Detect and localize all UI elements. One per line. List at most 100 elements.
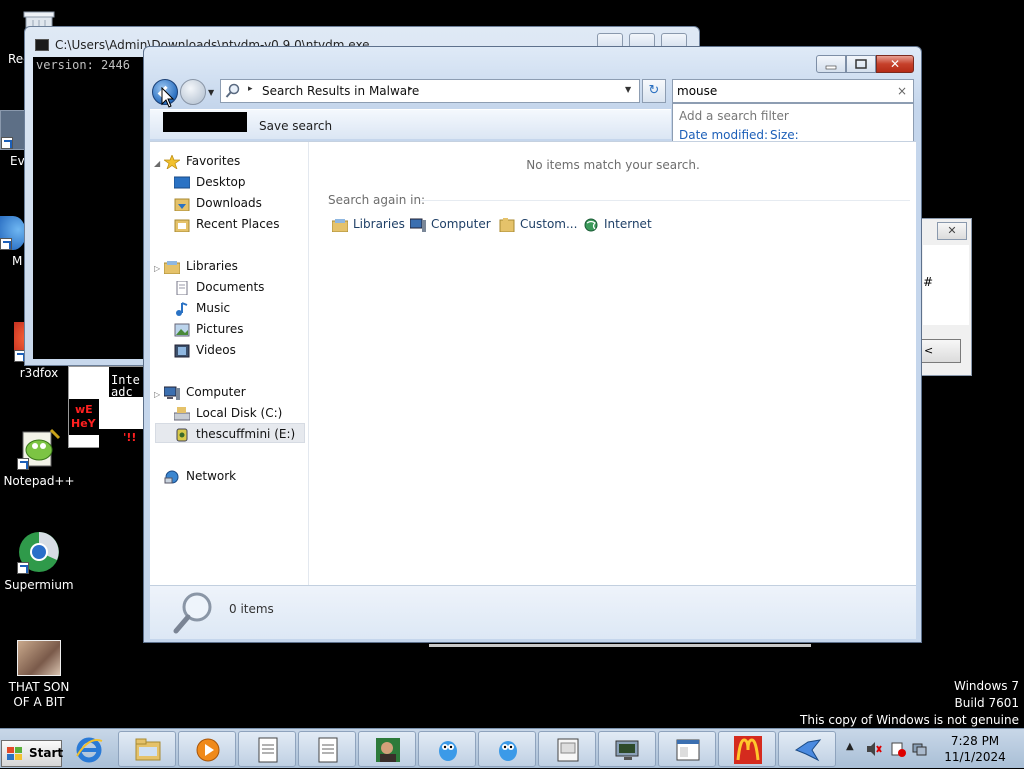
save-search-button[interactable]: Save search <box>259 119 332 133</box>
explorer-window[interactable]: ✕ ▼ ▸ Search Results in Malware ▸ ▼ ↻ × … <box>143 46 922 643</box>
bird-icon <box>439 741 457 761</box>
nav-label: Local Disk (C:) <box>196 406 283 420</box>
nav-documents[interactable]: Documents <box>174 277 264 297</box>
search-filter-hint: Add a search filter <box>679 109 789 123</box>
monitor-icon <box>615 740 639 760</box>
forward-button[interactable] <box>180 79 206 105</box>
results-pane[interactable]: No items match your search. Search again… <box>310 142 916 586</box>
nav-libraries[interactable]: Libraries <box>164 256 238 276</box>
command-bar: Save search <box>150 109 671 139</box>
taskbar-bird-app-3[interactable] <box>778 731 836 767</box>
desktop-icon-supermium[interactable]: Supermium <box>0 530 78 593</box>
show-hidden-icons-button[interactable]: ▲ <box>846 741 854 752</box>
mcdonalds-icon <box>734 736 762 764</box>
internet-icon <box>584 218 598 231</box>
taskbar-bird-app-1[interactable] <box>418 731 476 767</box>
libraries-icon <box>164 260 180 274</box>
nav-music[interactable]: Music <box>174 298 230 318</box>
start-label: Start <box>29 746 64 760</box>
search-box[interactable]: × <box>672 79 914 103</box>
search-again-internet[interactable]: Internet <box>583 217 652 232</box>
music-icon <box>176 301 188 316</box>
desktop-icon-that-son-of-a-bit[interactable]: THAT SON OF A BIT <box>0 640 78 710</box>
item-count: 0 items <box>229 602 274 616</box>
breadcrumb-separator[interactable]: ▸ <box>248 84 253 94</box>
nav-network[interactable]: Network <box>164 466 236 486</box>
address-bar[interactable]: ▸ Search Results in Malware ▸ ▼ <box>220 79 640 103</box>
dialog-close-button[interactable]: ✕ <box>937 222 967 240</box>
nav-thescuffmini[interactable]: thescuffmini (E:) <box>155 423 305 443</box>
action-center-icon[interactable] <box>890 741 906 757</box>
nav-label: Favorites <box>186 154 241 168</box>
taskbar-photo[interactable] <box>358 731 416 767</box>
nav-label: Music <box>196 301 231 315</box>
documents-icon <box>176 280 188 295</box>
nav-pictures[interactable]: Pictures <box>174 319 244 339</box>
taskbar-internet-explorer[interactable] <box>64 731 114 767</box>
search-again-libraries[interactable]: Libraries <box>332 217 405 232</box>
taskbar-notepad-2[interactable] <box>298 731 356 767</box>
dialog-button[interactable]: < <box>921 339 961 363</box>
filter-date-modified[interactable]: Date modified: <box>679 128 768 142</box>
recent-pages-dropdown[interactable]: ▼ <box>208 88 214 97</box>
downloads-folder-icon <box>174 198 190 211</box>
search-again-computer[interactable]: Computer <box>410 217 491 232</box>
nav-computer[interactable]: Computer <box>164 382 246 402</box>
clock[interactable]: 7:28 PM 11/1/2024 <box>934 733 1016 765</box>
nav-downloads[interactable]: Downloads <box>174 193 262 213</box>
installer-icon <box>557 738 579 762</box>
taskbar-media-player[interactable] <box>178 731 236 767</box>
folder-icon <box>499 217 515 232</box>
nav-label: Computer <box>186 385 246 399</box>
libraries-icon <box>332 218 348 232</box>
expand-arrow-icon[interactable]: ◢ <box>154 159 160 168</box>
close-button[interactable]: ✕ <box>876 55 914 73</box>
search-again-custom[interactable]: Custom... <box>499 217 577 232</box>
search-input[interactable] <box>677 83 887 99</box>
not-genuine-watermark: Windows 7 Build 7601 This copy of Window… <box>800 678 1019 728</box>
nav-label: Desktop <box>196 175 246 189</box>
taskbar-notepad-1[interactable] <box>238 731 296 767</box>
network-icon[interactable] <box>912 741 928 757</box>
dark-block <box>99 429 145 449</box>
nav-label: thescuffmini (E:) <box>196 427 296 441</box>
taskbar-bird-app-2[interactable] <box>478 731 536 767</box>
desktop-icon-m[interactable]: M <box>0 216 26 269</box>
computer-icon <box>164 386 180 400</box>
strip-red-text: HeY <box>71 417 96 430</box>
desktop-icon-label: r3dfox <box>19 366 59 380</box>
desktop-icon-notepadpp[interactable]: Notepad++ <box>0 426 78 489</box>
taskbar-installer[interactable] <box>538 731 596 767</box>
bird-icon <box>499 741 517 761</box>
minimize-button[interactable] <box>816 55 846 73</box>
photo-icon <box>17 640 61 676</box>
taskbar-mcdonalds[interactable] <box>718 731 776 767</box>
nav-local-disk[interactable]: Local Disk (C:) <box>174 403 282 423</box>
nav-videos[interactable]: Videos <box>174 340 236 360</box>
filter-size[interactable]: Size: <box>770 128 799 142</box>
expand-arrow-icon[interactable]: ▷ <box>154 390 160 399</box>
clock-time: 7:28 PM <box>950 734 1000 748</box>
expand-arrow-icon[interactable]: ▷ <box>154 264 160 273</box>
dialog-body: # <box>923 245 969 325</box>
refresh-button[interactable]: ↻ <box>642 79 666 103</box>
nav-desktop[interactable]: Desktop <box>174 172 246 192</box>
maximize-button[interactable] <box>846 55 876 73</box>
volume-muted-icon[interactable] <box>866 741 882 757</box>
nav-favorites[interactable]: Favorites <box>164 151 240 171</box>
desktop-icon-every[interactable]: Eve <box>0 110 32 169</box>
taskbar-monitor-app[interactable] <box>598 731 656 767</box>
nav-label: Documents <box>196 280 265 294</box>
background-dialog[interactable]: ✕ # < <box>918 218 972 376</box>
taskbar-explorer[interactable] <box>118 731 176 767</box>
internet-explorer-icon <box>76 737 103 763</box>
address-history-dropdown[interactable]: ▼ <box>625 85 631 94</box>
nav-recent-places[interactable]: Recent Places <box>174 214 279 234</box>
taskbar-window-app[interactable] <box>658 731 716 767</box>
start-button[interactable]: Start <box>1 740 64 767</box>
console-icon <box>35 39 49 51</box>
navigation-pane[interactable]: ◢ Favorites Desktop Downloads Recent Pla… <box>150 142 309 586</box>
breadcrumb-search-results[interactable]: Search Results in Malware <box>262 84 419 98</box>
clear-search-button[interactable]: × <box>897 84 907 98</box>
breadcrumb-separator[interactable]: ▸ <box>408 84 413 94</box>
